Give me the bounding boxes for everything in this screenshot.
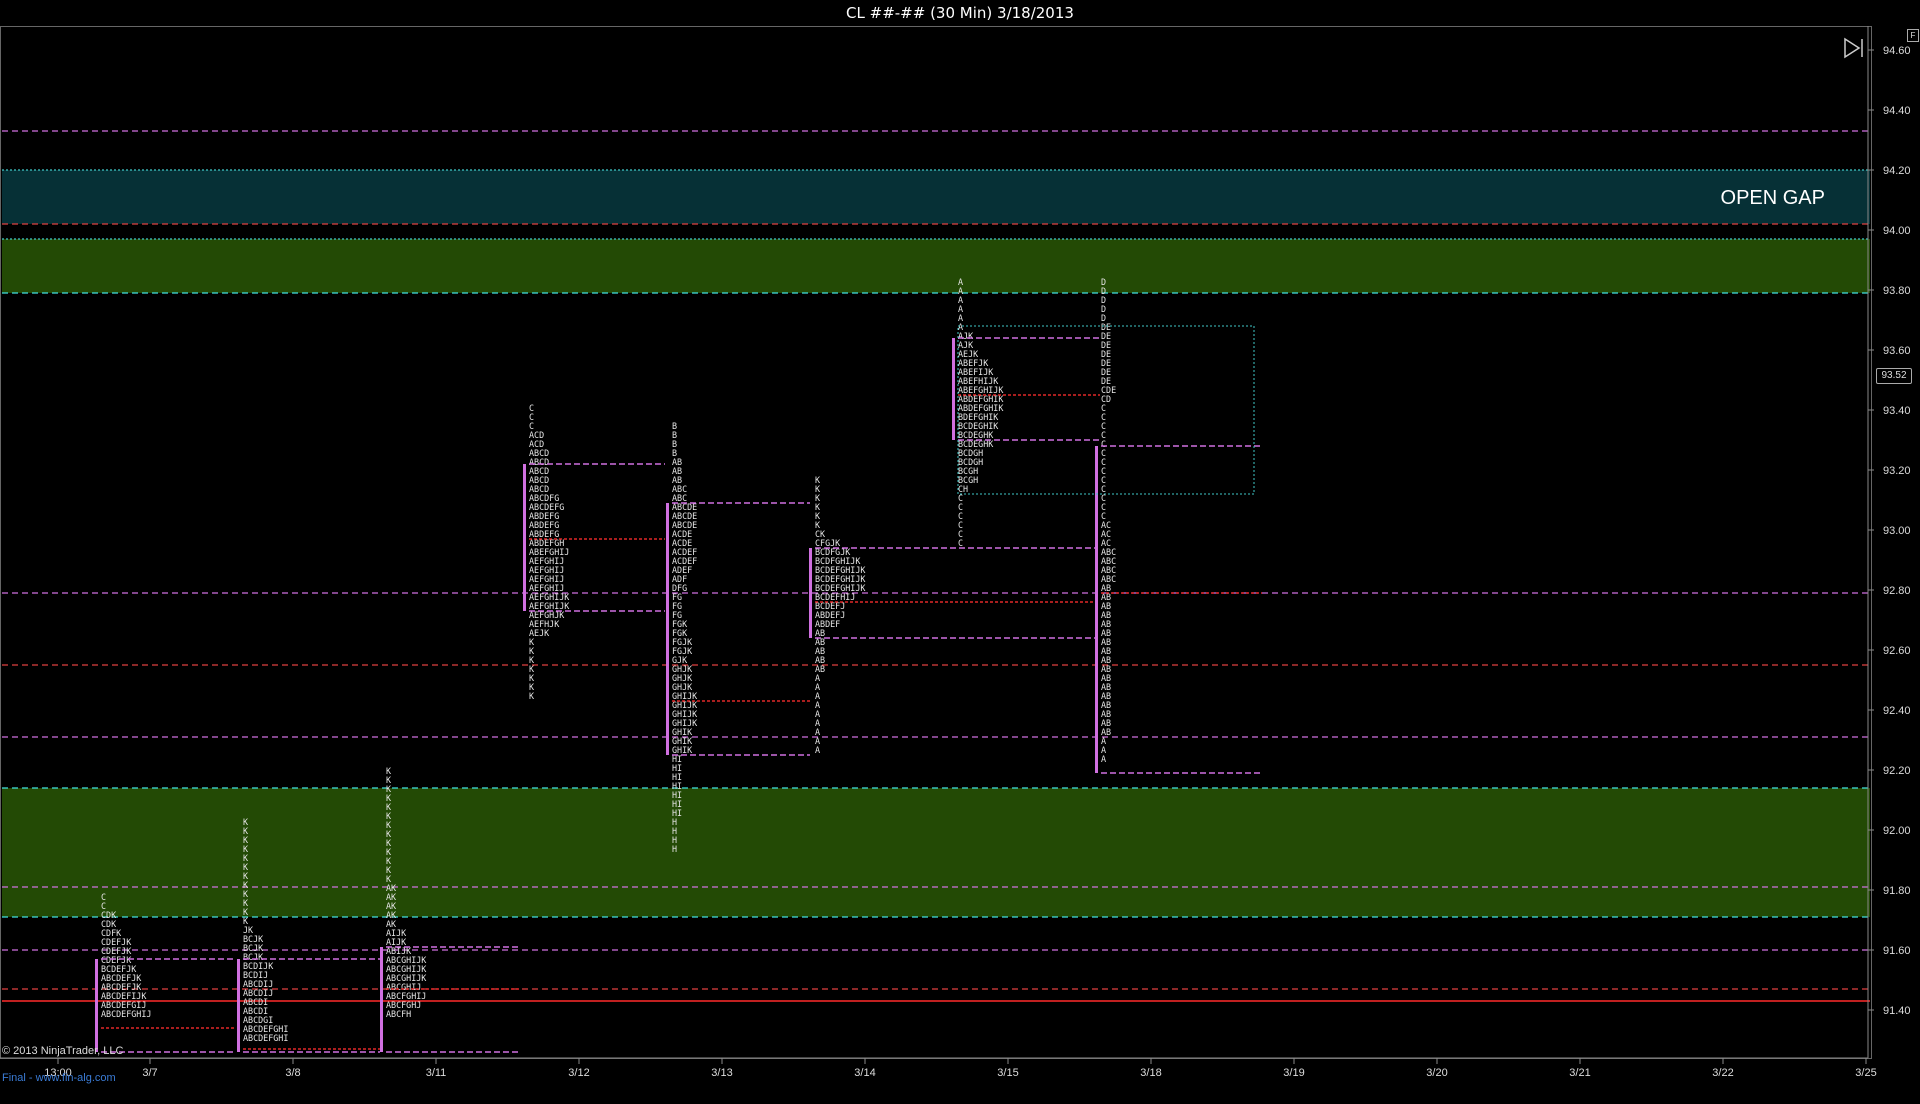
tpo-row: ABCDEFGHI (243, 1033, 288, 1043)
y-tick-label: 93.60 (1883, 345, 1911, 357)
profile-3-14: AAAAAAAJKAJKAEJKABEFJKABEFIJKABEFHIJKABE… (952, 277, 1100, 548)
zone-2 (2, 788, 1870, 917)
x-tick-label: 3/21 (1569, 1067, 1590, 1079)
y-tick-label: 92.60 (1883, 645, 1911, 657)
value-area-bar (1095, 446, 1098, 773)
market-profile-chart: OPEN GAP CCCDKCDKCDFKCDEFJKCDEFJKCDEFJKB… (0, 26, 1911, 1079)
x-tick-label: 3/14 (854, 1067, 875, 1079)
zone-1 (2, 239, 1870, 293)
copyright-text: © 2013 NinjaTrader, LLC (2, 1045, 124, 1057)
x-tick-label: 3/18 (1140, 1067, 1161, 1079)
y-tick-label: 92.20 (1883, 765, 1911, 777)
y-tick-label: 92.00 (1883, 825, 1911, 837)
play-end-icon[interactable] (1842, 37, 1866, 59)
tpo-row: K (529, 691, 535, 701)
footer-link[interactable]: Final - www.fin-alg.com (2, 1072, 116, 1084)
x-tick-label: 3/22 (1712, 1067, 1733, 1079)
y-tick-label: 93.80 (1883, 285, 1911, 297)
profile-3-11: CCCACDACDABCDABCDABCDABCDABCDABCDFGABCDE… (523, 403, 665, 701)
y-tick-label: 93.40 (1883, 405, 1911, 417)
value-area-bar (237, 959, 240, 1052)
y-tick-label: 91.40 (1883, 1005, 1911, 1017)
x-tick-label: 3/25 (1855, 1067, 1876, 1079)
tpo-row: C (958, 538, 963, 548)
x-tick-label: 3/15 (997, 1067, 1018, 1079)
y-tick-label: 92.40 (1883, 705, 1911, 717)
y-tick-label: 91.60 (1883, 945, 1911, 957)
y-tick-label: 94.40 (1883, 105, 1911, 117)
zone-0 (2, 170, 1870, 224)
y-tick-label: 92.80 (1883, 585, 1911, 597)
x-tick-label: 3/19 (1283, 1067, 1304, 1079)
y-tick-label: 94.60 (1883, 45, 1911, 57)
y-tick-label: 93.20 (1883, 465, 1911, 477)
y-tick-label: 91.80 (1883, 885, 1911, 897)
zones-layer: OPEN GAP (2, 170, 1870, 917)
tpo-row: H (672, 844, 677, 854)
x-tick-label: 3/13 (711, 1067, 732, 1079)
value-area-bar (380, 947, 383, 1052)
y-tick-label: 94.00 (1883, 225, 1911, 237)
x-tick-label: 3/12 (568, 1067, 589, 1079)
zone-label: OPEN GAP (1721, 187, 1825, 209)
profile-3-13: KKKKKKCKCFGJKBCDFGJKBCDFGHIJKBCDEFGHIJKB… (809, 475, 1095, 755)
y-tick-label: 93.00 (1883, 525, 1911, 537)
value-area-bar (666, 503, 669, 755)
panel-button[interactable]: F (1907, 29, 1919, 42)
value-area-bar (95, 959, 98, 1052)
tpo-row: A (815, 745, 820, 755)
profile-3-15: DDDDDDEDEDEDEDEDEDECDECDCCCCCCCCCCCCCACA… (1095, 277, 1262, 774)
x-tick-label: 3/7 (142, 1067, 157, 1079)
tpo-row: ABCDEFGHIJ (101, 1009, 151, 1019)
tpo-row: A (1101, 754, 1106, 764)
value-area-bar (952, 338, 955, 440)
x-tick-label: 3/20 (1426, 1067, 1447, 1079)
value-area-bar (523, 464, 526, 611)
x-tick-label: 3/8 (285, 1067, 300, 1079)
current-price-tag: 93.52 (1876, 368, 1912, 384)
tpo-row: ABCFH (386, 1009, 411, 1019)
x-tick-label: 3/11 (426, 1067, 447, 1079)
value-area-bar (809, 548, 812, 638)
y-tick-label: 94.20 (1883, 165, 1911, 177)
